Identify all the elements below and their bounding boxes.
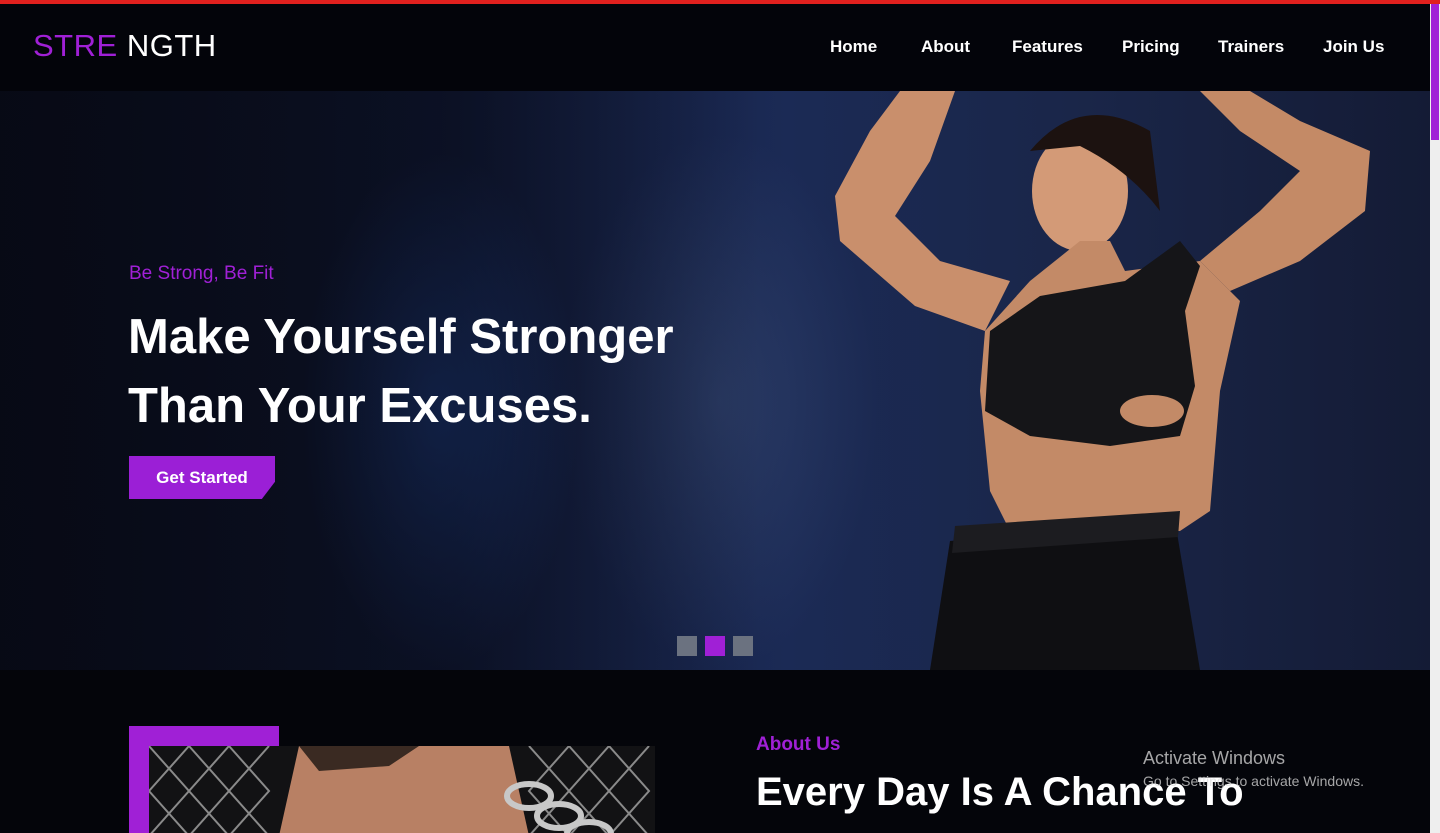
slider-dot-3[interactable] bbox=[733, 636, 753, 656]
nav-pricing[interactable]: Pricing bbox=[1122, 37, 1180, 57]
watermark-line2: Go to Settings to activate Windows. bbox=[1143, 773, 1364, 789]
logo-text-accent: STRE bbox=[33, 28, 118, 63]
get-started-button[interactable]: Get Started bbox=[129, 456, 275, 499]
hero-headline: Make Yourself Stronger Than Your Excuses… bbox=[128, 303, 748, 441]
hero-subtitle: Be Strong, Be Fit bbox=[129, 263, 274, 284]
about-image bbox=[149, 746, 655, 833]
athlete-photo bbox=[835, 91, 1370, 670]
logo-text-main: NGTH bbox=[126, 28, 217, 63]
about-label: About Us bbox=[756, 734, 841, 755]
chain-fence-photo bbox=[149, 746, 655, 833]
site-logo[interactable]: STRE NGTH bbox=[33, 28, 217, 64]
windows-activation-watermark: Activate Windows Go to Settings to activ… bbox=[1143, 748, 1364, 789]
nav-home[interactable]: Home bbox=[830, 37, 877, 57]
nav-join-us[interactable]: Join Us bbox=[1323, 37, 1384, 57]
slider-dot-2[interactable] bbox=[705, 636, 725, 656]
hero-headline-line1: Make Yourself Stronger bbox=[128, 310, 674, 364]
hero-slider: Be Strong, Be Fit Make Yourself Stronger… bbox=[0, 91, 1430, 670]
site-header: STRE NGTH Home About Features Pricing Tr… bbox=[0, 4, 1430, 91]
slider-dot-1[interactable] bbox=[677, 636, 697, 656]
hero-headline-line2: Than Your Excuses. bbox=[128, 379, 592, 433]
scrollbar-thumb[interactable] bbox=[1431, 4, 1439, 140]
nav-features[interactable]: Features bbox=[1012, 37, 1083, 57]
nav-trainers[interactable]: Trainers bbox=[1218, 37, 1284, 57]
watermark-line1: Activate Windows bbox=[1143, 748, 1286, 768]
nav-about[interactable]: About bbox=[921, 37, 970, 57]
